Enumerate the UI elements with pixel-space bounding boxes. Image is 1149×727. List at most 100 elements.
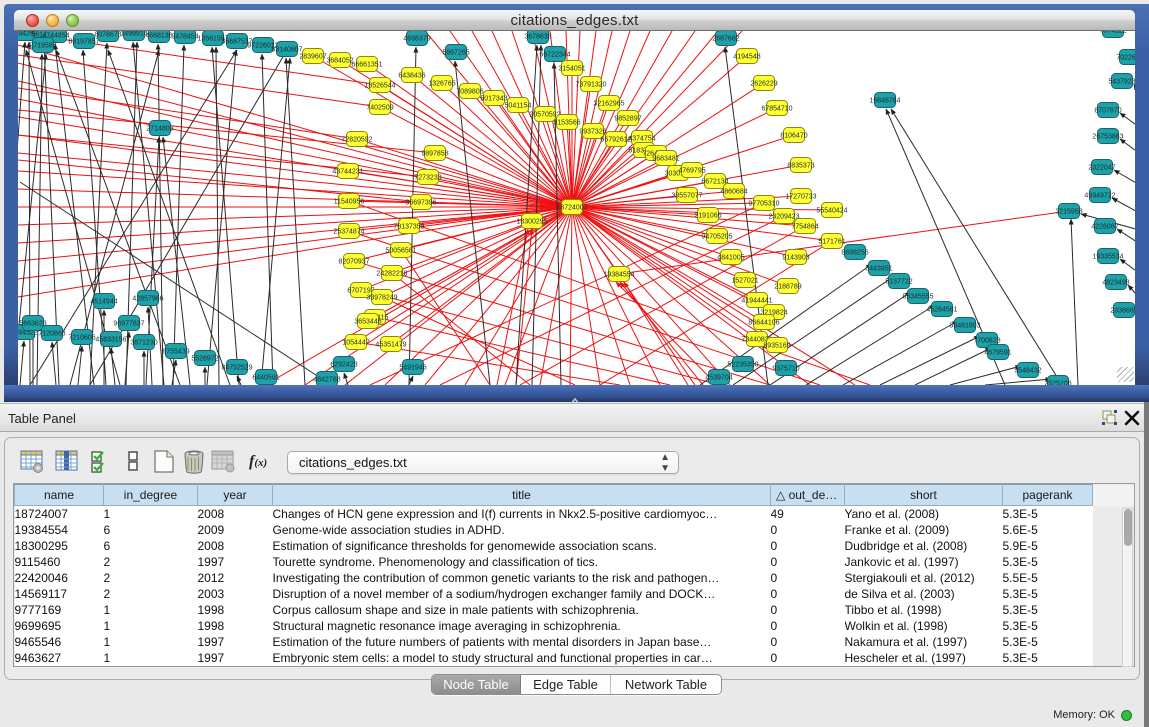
svg-text:52235350: 52235350 xyxy=(727,361,758,368)
svg-text:6440561: 6440561 xyxy=(252,374,279,381)
svg-text:7120868: 7120868 xyxy=(38,330,65,337)
svg-text:11540956: 11540956 xyxy=(334,198,365,205)
svg-text:41944441: 41944441 xyxy=(741,297,772,304)
svg-text:86644106: 86644106 xyxy=(748,319,779,326)
svg-text:7700828: 7700828 xyxy=(973,337,1000,344)
svg-text:19384554: 19384554 xyxy=(603,271,634,278)
svg-text:3154051: 3154051 xyxy=(558,65,585,72)
svg-text:55540424: 55540424 xyxy=(816,207,847,214)
svg-text:2525206: 2525206 xyxy=(1044,380,1071,385)
svg-text:5667265: 5667265 xyxy=(442,49,469,56)
svg-text:4668136: 4668136 xyxy=(145,32,172,39)
svg-text:2322047: 2322047 xyxy=(1088,164,1115,171)
svg-text:4823498: 4823498 xyxy=(1102,279,1129,286)
svg-text:2687682: 2687682 xyxy=(712,35,739,42)
svg-text:88461803: 88461803 xyxy=(949,322,980,329)
svg-text:3871230: 3871230 xyxy=(130,339,157,346)
svg-text:5437923: 5437923 xyxy=(1108,78,1135,85)
svg-text:5137722: 5137722 xyxy=(885,278,912,285)
svg-text:18724007: 18724007 xyxy=(556,204,587,211)
svg-text:6438436: 6438436 xyxy=(398,72,425,79)
svg-text:94705205: 94705205 xyxy=(701,233,732,240)
svg-text:7273233: 7273233 xyxy=(414,174,441,181)
svg-text:4194548: 4194548 xyxy=(733,53,760,60)
svg-text:1054447: 1054447 xyxy=(342,339,369,346)
svg-text:3678638: 3678638 xyxy=(524,33,551,40)
svg-text:5528972: 5528972 xyxy=(191,355,218,362)
svg-text:8106470: 8106470 xyxy=(780,132,807,139)
svg-text:8755439: 8755439 xyxy=(162,348,189,355)
svg-text:1527021: 1527021 xyxy=(731,277,758,284)
svg-text:83140807: 83140807 xyxy=(271,46,302,53)
svg-text:72820592: 72820592 xyxy=(341,136,372,143)
svg-text:3684052: 3684052 xyxy=(326,57,353,64)
svg-text:8078673: 8078673 xyxy=(94,31,121,38)
svg-text:18526544: 18526544 xyxy=(364,82,395,89)
svg-text:2839607: 2839607 xyxy=(299,53,326,60)
svg-text:19335534: 19335534 xyxy=(1092,253,1123,260)
svg-text:7754864: 7754864 xyxy=(791,223,818,230)
svg-text:2191066: 2191066 xyxy=(694,212,721,219)
svg-text:1326765: 1326765 xyxy=(428,80,455,87)
svg-text:45264581: 45264581 xyxy=(926,306,957,313)
svg-text:26753883: 26753883 xyxy=(1092,133,1123,140)
svg-text:2188789: 2188789 xyxy=(774,283,801,290)
svg-text:4842788: 4842788 xyxy=(313,376,340,383)
svg-text:8698256: 8698256 xyxy=(841,249,868,256)
svg-text:2714803: 2714803 xyxy=(146,125,173,132)
svg-text:82070937: 82070937 xyxy=(338,258,369,265)
svg-text:39557077: 39557077 xyxy=(671,192,702,199)
svg-text:4769795: 4769795 xyxy=(678,167,705,174)
svg-text:4539704: 4539704 xyxy=(705,374,732,381)
svg-text:4698379: 4698379 xyxy=(403,35,430,42)
svg-text:8935169: 8935169 xyxy=(763,342,790,349)
svg-text:66792612: 66792612 xyxy=(600,136,631,143)
svg-text:66661351: 66661351 xyxy=(351,61,382,68)
svg-text:67854710: 67854710 xyxy=(761,105,792,112)
svg-text:9897858: 9897858 xyxy=(421,150,448,157)
svg-text:8835373: 8835373 xyxy=(787,162,814,169)
svg-text:7374122: 7374122 xyxy=(1099,31,1126,34)
svg-text:9478454: 9478454 xyxy=(171,33,198,40)
svg-text:9852897: 9852897 xyxy=(614,115,641,122)
svg-text:9375710: 9375710 xyxy=(772,365,799,372)
svg-text:83197857: 83197857 xyxy=(68,38,99,45)
svg-text:2719583: 2719583 xyxy=(29,42,56,49)
svg-text:50056581: 50056581 xyxy=(385,247,416,254)
svg-text:5171761: 5171761 xyxy=(818,238,845,245)
svg-text:32162965: 32162965 xyxy=(593,100,624,107)
svg-text:7402509: 7402509 xyxy=(366,104,393,111)
svg-text:84752529: 84752529 xyxy=(221,364,252,371)
svg-text:18300295: 18300295 xyxy=(516,218,547,225)
svg-text:96977837: 96977837 xyxy=(113,320,144,327)
svg-text:2338687: 2338687 xyxy=(1110,307,1135,314)
svg-text:17270733: 17270733 xyxy=(785,193,816,200)
svg-text:3215958: 3215958 xyxy=(1055,208,1082,215)
svg-text:9143903: 9143903 xyxy=(782,254,809,261)
svg-text:85345555: 85345555 xyxy=(902,293,933,300)
svg-text:66722344: 66722344 xyxy=(539,51,570,58)
svg-text:4514944: 4514944 xyxy=(90,298,117,305)
svg-text:6292423: 6292423 xyxy=(330,361,357,368)
svg-text:9548432: 9548432 xyxy=(1014,367,1041,374)
svg-text:8707870: 8707870 xyxy=(1094,107,1121,114)
svg-text:4860684: 4860684 xyxy=(720,188,747,195)
svg-text:9153566: 9153566 xyxy=(553,119,580,126)
svg-text:16848784: 16848784 xyxy=(869,97,900,104)
svg-text:43744231: 43744231 xyxy=(332,168,363,175)
svg-text:23209423: 23209423 xyxy=(768,213,799,220)
svg-text:7210606: 7210606 xyxy=(68,334,95,341)
svg-text:4841005: 4841005 xyxy=(717,254,744,261)
svg-text:78137358: 78137358 xyxy=(393,223,424,230)
svg-text:9683481: 9683481 xyxy=(652,155,679,162)
svg-text:25374874: 25374874 xyxy=(333,228,364,235)
svg-text:1499914: 1499914 xyxy=(120,31,147,37)
svg-text:49349722: 49349722 xyxy=(1084,192,1115,199)
svg-text:5041154: 5041154 xyxy=(505,102,532,109)
svg-text:6707197: 6707197 xyxy=(347,287,374,294)
svg-text:45351479: 45351479 xyxy=(375,341,406,348)
svg-text:3653446: 3653446 xyxy=(354,318,381,325)
svg-text:4226067: 4226067 xyxy=(1091,223,1118,230)
svg-text:5491946: 5491946 xyxy=(399,364,426,371)
svg-text:42857966: 42857966 xyxy=(132,295,163,302)
